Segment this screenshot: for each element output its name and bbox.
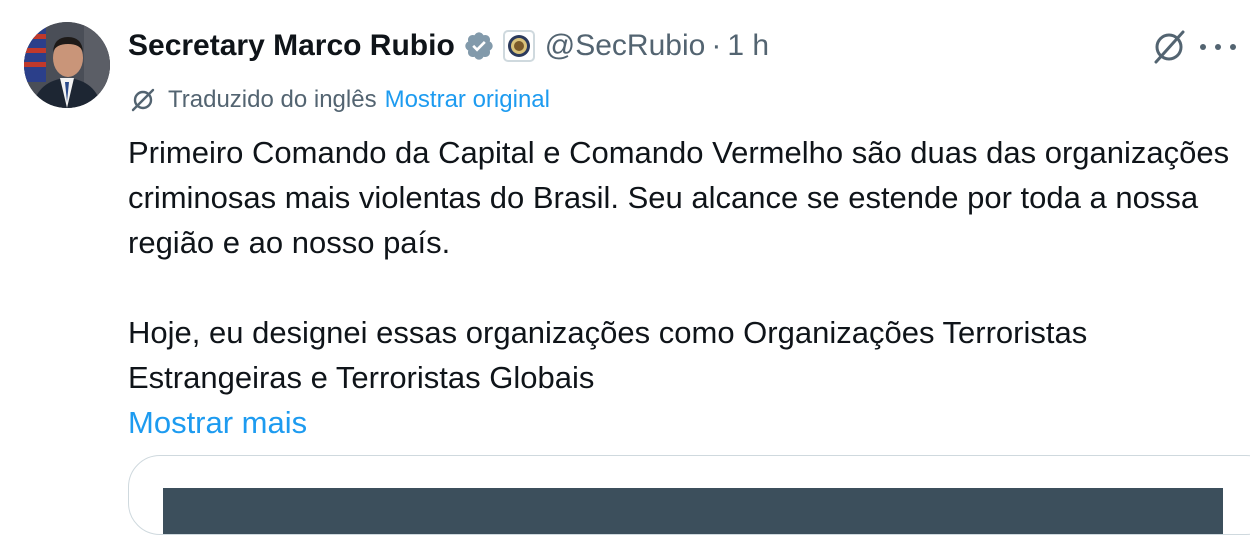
media-card[interactable] [128, 455, 1250, 535]
tweet: Secretary Marco Rubio @SecRubio · 1 h Tr… [0, 0, 1250, 535]
tweet-text: Primeiro Comando da Capital e Comando Ve… [128, 130, 1238, 445]
avatar-photo [24, 22, 110, 108]
verified-badge-icon [463, 30, 495, 62]
show-original-link[interactable]: Mostrar original [385, 86, 550, 114]
translated-label: Traduzido do inglês [168, 86, 377, 113]
more-options-icon[interactable] [1196, 28, 1240, 66]
tweet-paragraph-2: Hoje, eu designei essas organizações com… [128, 315, 1088, 395]
show-more-link[interactable]: Mostrar mais [128, 400, 1238, 445]
government-seal-icon[interactable] [502, 30, 535, 62]
author-handle[interactable]: @SecRubio [545, 29, 706, 63]
translation-row: Traduzido do inglês Mostrar original [130, 84, 550, 116]
more-dot-icon [1200, 44, 1206, 50]
avatar[interactable] [24, 22, 110, 108]
grok-icon[interactable] [1150, 28, 1188, 66]
more-dot-icon [1230, 44, 1236, 50]
display-name[interactable]: Secretary Marco Rubio [128, 29, 455, 63]
more-dot-icon [1215, 44, 1221, 50]
timestamp[interactable]: 1 h [727, 29, 769, 63]
media-preview[interactable] [163, 488, 1223, 534]
tweet-paragraph-1: Primeiro Comando da Capital e Comando Ve… [128, 135, 1230, 260]
tweet-header: Secretary Marco Rubio @SecRubio · 1 h [128, 26, 769, 66]
separator-dot: · [711, 29, 722, 62]
translate-icon [130, 87, 156, 113]
